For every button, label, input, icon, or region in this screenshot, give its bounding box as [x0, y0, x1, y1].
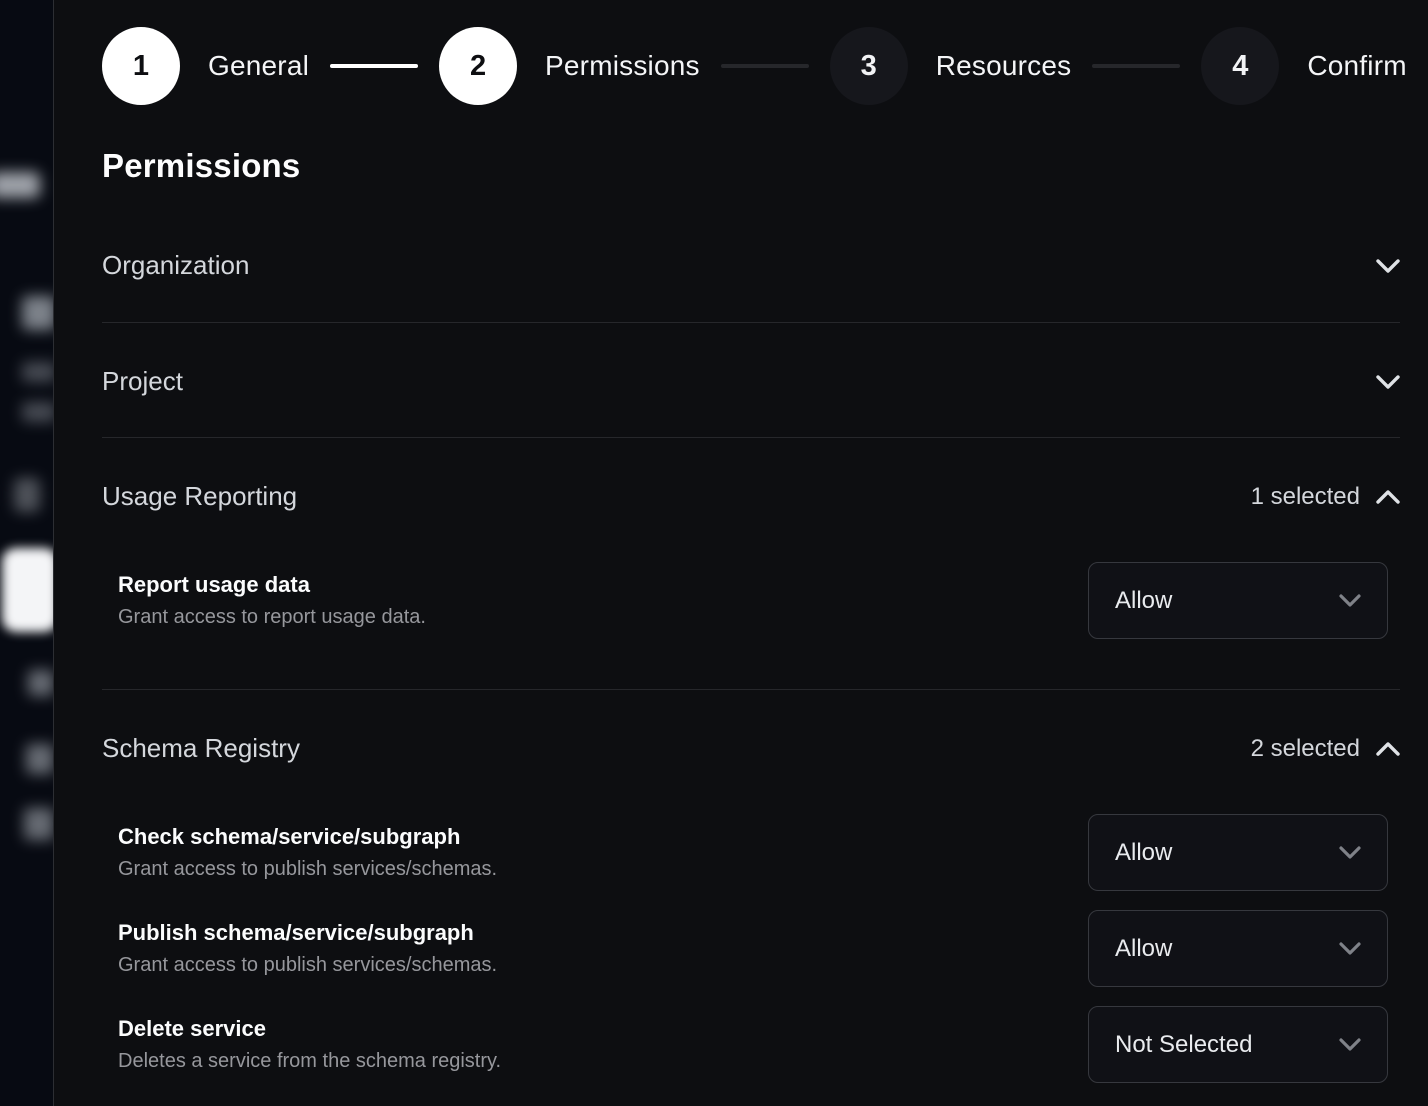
wizard-panel: 1 General 2 Permissions 3 Resources 4 Co… [55, 0, 1428, 1106]
section-usage-reporting-header[interactable]: Usage Reporting 1 selected [102, 438, 1400, 512]
permission-title: Delete service [118, 1016, 501, 1042]
section-title: Organization [102, 250, 249, 281]
sidebar-blur-icon [14, 478, 40, 512]
section-schema-registry-header[interactable]: Schema Registry 2 selected [102, 690, 1400, 764]
step-number-badge: 2 [439, 27, 517, 105]
wizard-stepper: 1 General 2 Permissions 3 Resources 4 Co… [102, 27, 1400, 105]
section-organization[interactable]: Organization [102, 185, 1400, 323]
permission-row: Check schema/service/subgraph Grant acce… [102, 814, 1400, 891]
step-number-badge: 4 [1201, 27, 1279, 105]
permission-select[interactable]: Allow [1088, 910, 1388, 987]
permission-row: Publish schema/service/subgraph Grant ac… [102, 910, 1400, 987]
permission-row: Delete service Deletes a service from th… [102, 1006, 1400, 1083]
step-number-badge: 1 [102, 27, 180, 105]
step-connector [721, 64, 809, 68]
permission-description: Deletes a service from the schema regist… [118, 1050, 501, 1073]
step-label: General [208, 50, 309, 82]
permission-select[interactable]: Not Selected [1088, 1006, 1388, 1083]
chevron-down-icon [1376, 375, 1400, 389]
select-value: Not Selected [1115, 1031, 1252, 1059]
permission-description: Grant access to report usage data. [118, 606, 426, 629]
step-number-badge: 3 [830, 27, 908, 105]
permission-title: Publish schema/service/subgraph [118, 920, 497, 946]
step-label: Resources [936, 50, 1072, 82]
sidebar-blur-card [2, 548, 54, 632]
chevron-down-icon [1339, 1038, 1361, 1051]
chevron-up-icon [1376, 742, 1400, 756]
step-label: Permissions [545, 50, 700, 82]
permission-row: Report usage data Grant access to report… [102, 562, 1400, 639]
step-permissions[interactable]: 2 Permissions [439, 27, 700, 105]
permission-title: Report usage data [118, 572, 426, 598]
select-value: Allow [1115, 587, 1172, 615]
chevron-down-icon [1339, 942, 1361, 955]
chevron-up-icon [1376, 490, 1400, 504]
permission-title: Check schema/service/subgraph [118, 824, 497, 850]
step-connector [330, 64, 418, 68]
section-project[interactable]: Project [102, 323, 1400, 438]
sidebar-blur-title [22, 296, 54, 330]
section-title: Schema Registry [102, 733, 300, 764]
step-confirm[interactable]: 4 Confirm [1201, 27, 1406, 105]
chevron-down-icon [1376, 259, 1400, 273]
step-resources[interactable]: 3 Resources [830, 27, 1072, 105]
step-general[interactable]: 1 General [102, 27, 309, 105]
select-value: Allow [1115, 935, 1172, 963]
step-connector [1092, 64, 1180, 68]
sidebar-blur-line [22, 402, 54, 422]
section-usage-reporting: Usage Reporting 1 selected Report usage … [102, 438, 1400, 690]
selected-count-badge: 1 selected [1251, 483, 1360, 511]
background-sidebar [0, 0, 54, 1106]
sidebar-blur-pill [0, 172, 40, 198]
permission-description: Grant access to publish services/schemas… [118, 858, 497, 881]
section-title: Usage Reporting [102, 481, 297, 512]
chevron-down-icon [1339, 594, 1361, 607]
select-value: Allow [1115, 839, 1172, 867]
page-title: Permissions [102, 147, 1400, 185]
sidebar-blur-text [28, 670, 54, 696]
step-label: Confirm [1307, 50, 1406, 82]
permission-description: Grant access to publish services/schemas… [118, 954, 497, 977]
sidebar-blur-text [26, 744, 54, 774]
section-schema-registry: Schema Registry 2 selected Check schema/… [102, 690, 1400, 1083]
sidebar-blur-text [24, 808, 54, 840]
selected-count-badge: 2 selected [1251, 735, 1360, 763]
sidebar-blur-line [22, 362, 54, 382]
permission-select[interactable]: Allow [1088, 814, 1388, 891]
permission-select[interactable]: Allow [1088, 562, 1388, 639]
section-title: Project [102, 366, 183, 397]
chevron-down-icon [1339, 846, 1361, 859]
